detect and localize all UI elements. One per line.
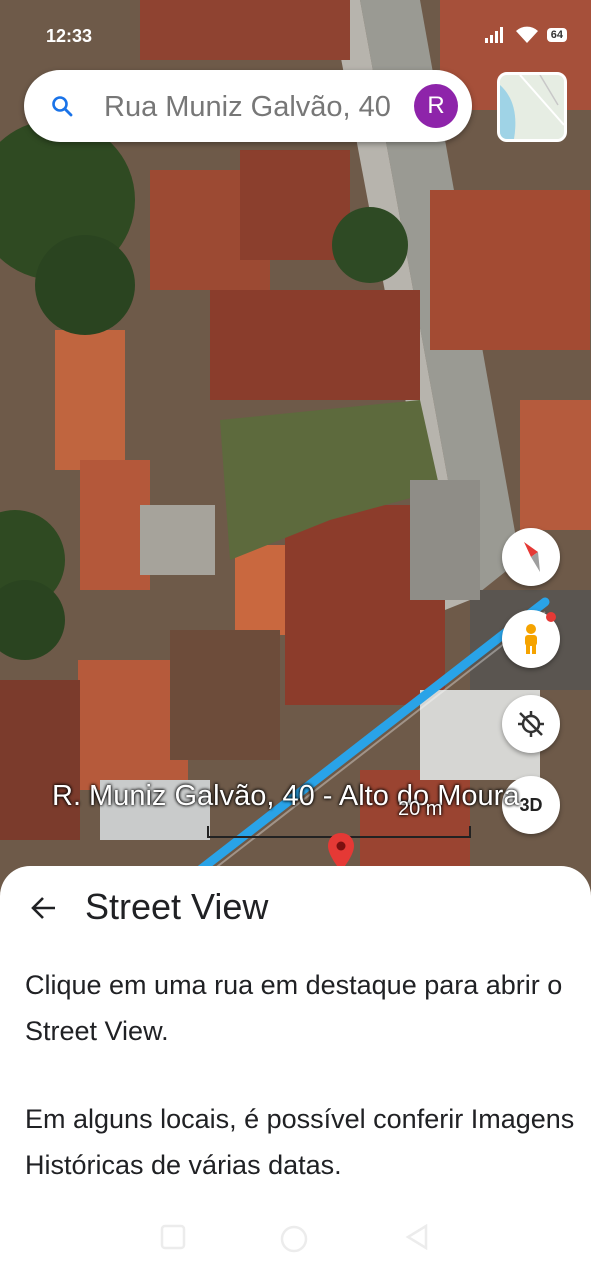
system-nav-bar (0, 1218, 591, 1258)
battery-icon: 64 (546, 28, 567, 42)
home-icon[interactable] (279, 1224, 309, 1254)
location-off-icon (518, 711, 544, 737)
search-bar[interactable]: Rua Muniz Galvão, 40 R (24, 70, 472, 142)
map-layer-thumbnail[interactable] (497, 72, 567, 142)
search-icon[interactable] (50, 94, 74, 118)
sheet-instruction-text: Clique em uma rua em destaque para abrir… (25, 970, 563, 1046)
recent-apps-icon[interactable] (160, 1224, 186, 1250)
back-arrow-icon[interactable] (30, 894, 58, 922)
compass-button[interactable] (502, 528, 560, 586)
wifi-icon (515, 26, 538, 43)
compass-icon (524, 542, 540, 572)
status-time: 12:33 (46, 26, 93, 46)
signal-icon (484, 27, 503, 43)
status-bar: 12:33 64 (0, 24, 591, 54)
sheet-historical-text: Em alguns locais, é possível conferir Im… (25, 1104, 575, 1180)
pegman-icon (525, 624, 537, 654)
map-layer-icon (500, 75, 564, 139)
back-nav-icon[interactable] (404, 1224, 430, 1250)
status-icons: 64 (484, 26, 567, 44)
map-address-label: R. Muniz Galvão, 40 - Alto do Moura (52, 780, 520, 812)
notification-dot (546, 612, 556, 622)
sheet-title: Street View (85, 886, 269, 927)
my-location-button[interactable] (502, 695, 560, 753)
avatar[interactable]: R (414, 84, 458, 128)
search-input[interactable]: Rua Muniz Galvão, 40 (104, 90, 418, 124)
scale-label: 20 m (398, 798, 443, 820)
